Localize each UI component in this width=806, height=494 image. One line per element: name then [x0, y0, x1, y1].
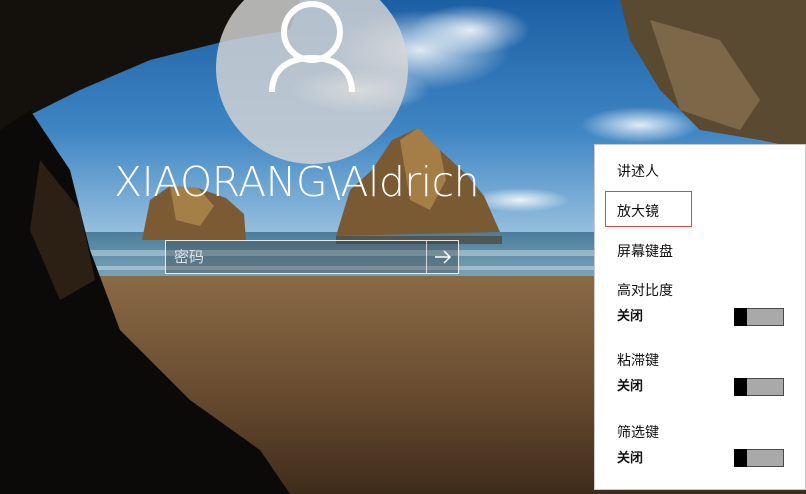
password-input[interactable]: [166, 241, 428, 273]
submit-button[interactable]: [426, 241, 458, 273]
user-silhouette-icon: [269, 1, 355, 93]
toggle-knob: [734, 308, 747, 326]
user-avatar: [216, 0, 408, 164]
sticky-keys-toggle[interactable]: [734, 378, 784, 396]
toggle-knob: [734, 449, 747, 467]
menu-item-high-contrast[interactable]: 高对比度: [617, 281, 673, 301]
high-contrast-state: 关闭: [617, 309, 644, 324]
ease-of-access-menu: 讲述人 放大镜 屏幕键盘 高对比度 关闭 粘滞键 关闭 筛选键 关闭: [594, 144, 806, 490]
menu-item-sticky-keys[interactable]: 粘滞键: [617, 351, 659, 371]
password-field[interactable]: [165, 240, 459, 274]
arrow-right-icon: [434, 250, 451, 264]
menu-item-magnifier[interactable]: 放大镜: [617, 202, 659, 222]
menu-item-filter-keys[interactable]: 筛选键: [617, 423, 659, 443]
lock-screen: XIAORANG\Aldrich 讲述人 放大镜 屏幕键盘 高对比度 关闭 粘滞…: [0, 0, 806, 494]
menu-item-on-screen-keyboard[interactable]: 屏幕键盘: [617, 242, 673, 262]
sticky-keys-state: 关闭: [617, 379, 644, 394]
high-contrast-toggle[interactable]: [734, 308, 784, 326]
username-label: XIAORANG\Aldrich: [114, 158, 480, 206]
filter-keys-state: 关闭: [617, 451, 644, 466]
toggle-knob: [734, 378, 747, 396]
filter-keys-toggle[interactable]: [734, 449, 784, 467]
menu-item-narrator[interactable]: 讲述人: [617, 162, 659, 182]
